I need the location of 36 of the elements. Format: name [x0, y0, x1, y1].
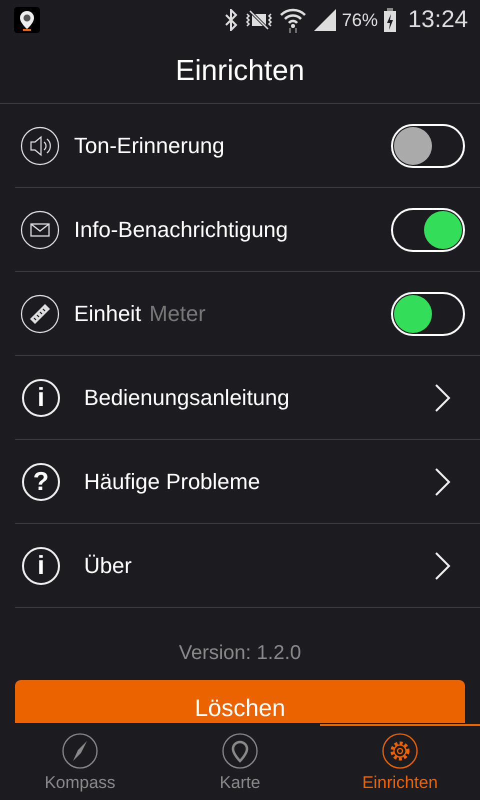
settings-icon	[382, 733, 418, 769]
envelope-icon	[20, 210, 60, 250]
nav-tab[interactable]: Einrichten	[320, 724, 480, 800]
version-text: Version: 1.2.0	[178, 642, 302, 665]
wifi-icon	[280, 7, 306, 33]
menu-item-label[interactable]: Häufige Probleme	[84, 468, 260, 494]
speaker-icon	[20, 126, 60, 166]
nav-tab[interactable]: Kompass	[0, 724, 160, 800]
info-icon: i	[22, 378, 60, 416]
nav-tab[interactable]: Karte	[160, 724, 320, 800]
info-icon: i	[22, 546, 60, 584]
setting-label: Einheit	[74, 300, 142, 326]
toggle-switch[interactable]	[391, 124, 465, 168]
map-pin-icon	[222, 733, 258, 769]
chevron-right-icon	[434, 382, 452, 412]
vibrate-muted-icon	[244, 9, 274, 31]
delete-button[interactable]: Löschen	[15, 680, 465, 723]
bluetooth-icon	[224, 9, 238, 31]
clock-time: 13:24	[408, 6, 468, 34]
battery-percent: 76%	[342, 10, 378, 30]
info-icon: ?	[22, 462, 60, 500]
chevron-right-icon	[434, 466, 452, 496]
compass-icon	[62, 733, 98, 769]
ruler-icon	[20, 294, 60, 334]
setting-label: Ton-Erinnerung	[74, 132, 224, 158]
chevron-right-icon	[434, 550, 452, 580]
screen-title: Einrichten	[176, 55, 304, 88]
toggle-switch[interactable]	[391, 208, 465, 252]
toggle-switch[interactable]	[391, 292, 465, 336]
menu-item-label[interactable]: Über	[84, 552, 132, 578]
app-icon	[14, 7, 40, 33]
setting-value: Meter	[149, 300, 206, 326]
menu-item-label[interactable]: Bedienungsanleitung	[84, 384, 290, 410]
signal-icon	[312, 9, 336, 31]
battery-charging-icon	[384, 8, 396, 32]
setting-label: Info-Benachrichtigung	[74, 216, 288, 242]
